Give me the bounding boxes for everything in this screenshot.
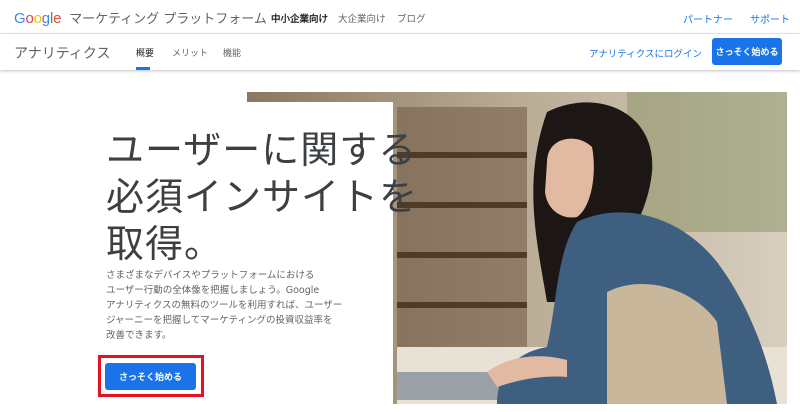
get-started-button-header[interactable]: さっそく始める: [712, 38, 782, 65]
highlight-box: [98, 355, 204, 397]
nav-small-business[interactable]: 中小企業向け: [271, 11, 328, 25]
product-name[interactable]: アナリティクス: [14, 43, 110, 63]
description-line: ジャーニーを把握してマーケティングの投資収益率を: [106, 315, 333, 326]
active-tab-indicator: [136, 67, 150, 70]
google-wordmark-letter: o: [25, 10, 34, 27]
google-wordmark-letter: e: [53, 10, 62, 27]
description-line: 改善できます。: [106, 330, 172, 341]
top-bar: Google マーケティング プラットフォーム 中小企業向け 大企業向け ブログ…: [0, 0, 800, 34]
partner-link[interactable]: パートナー: [683, 11, 733, 26]
description-line: アナリティクスの無料のツールを利用すれば、ユーザー: [106, 300, 343, 311]
google-wordmark-letter: o: [33, 10, 42, 27]
suite-name: マーケティング プラットフォーム: [69, 12, 267, 27]
hero-description: さまざまなデバイスやプラットフォームにおける ユーザー行動の全体像を把握しましょ…: [106, 268, 371, 343]
description-line: ユーザー行動の全体像を把握しましょう。Google: [106, 285, 320, 296]
description-line: さまざまなデバイスやプラットフォームにおける: [106, 270, 315, 281]
tab-overview[interactable]: 概要: [136, 46, 154, 59]
google-wordmark-letter: G: [14, 10, 26, 27]
google-logo: Google: [14, 10, 65, 27]
nav-blog[interactable]: ブログ: [397, 11, 426, 25]
tab-benefits[interactable]: メリット: [172, 46, 208, 59]
support-link[interactable]: サポート: [750, 11, 790, 26]
headline-line: ユーザーに関する: [106, 128, 418, 172]
google-marketing-platform-logo[interactable]: Google マーケティング プラットフォーム: [14, 8, 267, 27]
headline-line: 取得。: [106, 222, 224, 266]
nav-enterprise[interactable]: 大企業向け: [338, 11, 386, 25]
analytics-login-link[interactable]: アナリティクスにログイン: [589, 46, 702, 60]
google-wordmark-letter: g: [41, 10, 50, 27]
hero-headline: ユーザーに関する 必須インサイトを 取得。: [106, 127, 419, 268]
tab-features[interactable]: 機能: [223, 46, 241, 59]
product-nav-bar: アナリティクス 概要 メリット 機能 アナリティクスにログイン さっそく始める: [0, 34, 800, 70]
google-wordmark: Google: [14, 10, 61, 27]
headline-line: 必須インサイトを: [106, 175, 419, 219]
